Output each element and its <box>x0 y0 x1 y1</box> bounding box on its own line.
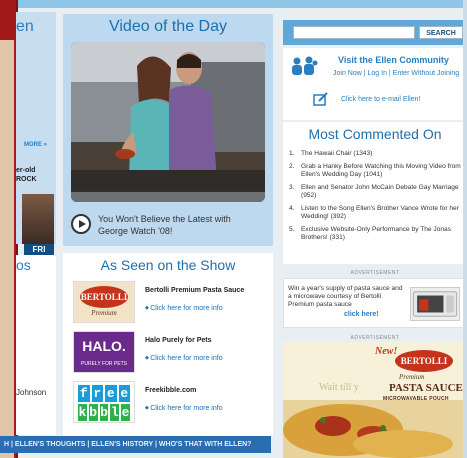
freekibble-letter: e <box>118 385 130 402</box>
ad2-premium: Premium <box>399 373 425 381</box>
as-seen-title: As Seen on the Show <box>100 257 236 273</box>
list-item-text[interactable]: Grab a Hanky Before Watching this Moving… <box>301 163 461 179</box>
freekibble-letter: f <box>78 385 90 402</box>
video-caption[interactable]: You Won't Believe the Latest with George… <box>71 210 265 240</box>
email-ellen-link[interactable]: Click here to e-mail Ellen! <box>341 96 420 103</box>
bottom-nav-bar[interactable]: H | ELLEN'S THOUGHTS | ELLEN'S HISTORY |… <box>0 436 271 453</box>
email-edit-icon[interactable] <box>313 92 329 106</box>
freekibble-letter: k <box>78 404 87 421</box>
bertolli-logo-sub: Premium <box>91 309 117 317</box>
search-button[interactable]: SEARCH <box>419 26 463 39</box>
left-column-header: en <box>16 18 34 35</box>
freekibble-logo-row2: k b b l e <box>77 404 131 421</box>
list-item[interactable]: 3. Ellen and Senator John McCain Debate G… <box>289 184 465 201</box>
freekibble-logo-row1: f r e e <box>77 385 131 402</box>
more-link[interactable]: MORE » <box>24 142 47 148</box>
freekibble-letter: b <box>99 404 109 421</box>
left-thumbnail[interactable] <box>22 194 54 244</box>
list-item-number: 5. <box>289 225 295 233</box>
bertolli-pouch-ad[interactable]: New! BERTOLLI Premium PASTA SAUCE MICROW… <box>283 342 467 458</box>
video-thumbnail[interactable] <box>71 42 265 190</box>
people-icon <box>292 56 318 75</box>
community-title[interactable]: Visit the Ellen Community <box>338 55 449 65</box>
list-item-text[interactable]: The Hawaii Chair (1343) <box>301 150 372 157</box>
list-item[interactable]: 2. Grab a Hanky Before Watching this Movi… <box>289 163 465 180</box>
video-caption-text[interactable]: You Won't Believe the Latest with George… <box>98 213 263 237</box>
more-info-link[interactable]: Click here for more info <box>145 405 222 412</box>
most-commented-list: 1. The Hawaii Chair (1343) 2. Grab a Hanky… <box>289 150 465 247</box>
video-section-title: Video of the Day <box>108 18 227 35</box>
most-commented-panel: Most Commented On 1. The Hawaii Chair (13… <box>283 122 467 264</box>
microwave-icon[interactable] <box>410 287 460 321</box>
left-column-panel-2: os Johnson <box>16 255 56 435</box>
ad1-text[interactable]: Win a year's supply of pasta sauce and a… <box>288 285 406 309</box>
freekibble-letter: l <box>110 404 120 421</box>
advertisement-label: ADVERTISEMENT <box>350 335 400 341</box>
freekibble-logo[interactable]: f r e e k b b l e <box>73 381 135 423</box>
left-johnson-text: Johnson <box>16 388 47 397</box>
list-item-number: 1. <box>289 150 295 157</box>
freekibble-letter: b <box>88 404 98 421</box>
more-info-link[interactable]: Click here for more info <box>145 355 222 362</box>
left-column-snippet: er-old ROCK <box>16 166 37 184</box>
freekibble-letter: e <box>105 385 117 402</box>
ad2-brand: BERTOLLI <box>395 350 453 372</box>
as-seen-item: BERTOLLI Premium Bertolli Premium Pasta … <box>73 281 273 323</box>
as-seen-item-name: Halo Purely for Pets <box>145 337 212 344</box>
list-item-number: 2. <box>289 162 295 170</box>
left-column-panel: en MORE » er-old ROCK FRI <box>16 12 56 256</box>
advertisement-label: ADVERTISEMENT <box>350 270 400 276</box>
as-seen-item-name: Freekibble.com <box>145 387 197 394</box>
pasta-image <box>283 400 467 458</box>
left-decor-paper <box>0 40 14 458</box>
as-seen-item: f r e e k b b l e Freekibble.com Click h… <box>73 381 273 423</box>
ad2-tagline: Wait till y <box>319 382 359 393</box>
list-item-text[interactable]: Ellen and Senator John McCain Debate Gay… <box>301 184 459 200</box>
list-item-text[interactable]: Listen to the Song Ellen's Brother Vance… <box>301 205 459 221</box>
halo-logo[interactable]: HALO. PURELY FOR PETS <box>73 331 135 373</box>
caption-line1[interactable]: You Won't Believe the Latest with <box>98 213 263 225</box>
top-bar <box>0 0 467 8</box>
right-edge <box>463 0 467 458</box>
left-snippet-line1: er-old <box>16 167 36 174</box>
list-item[interactable]: 5. Exclusive Website-Only Performance by … <box>289 226 465 243</box>
video-player[interactable] <box>71 42 265 202</box>
halo-logo-sub: PURELY FOR PETS <box>81 361 127 367</box>
list-item-number: 4. <box>289 204 295 212</box>
ad1-click-link[interactable]: click here! <box>344 311 379 318</box>
halo-logo-text: HALO. <box>82 338 126 354</box>
play-icon[interactable] <box>71 214 91 234</box>
left-column-header-2: os <box>16 257 31 273</box>
ad2-product: PASTA SAUCE <box>389 382 463 394</box>
video-of-the-day-panel: Video of the Day You Won't Believe the L… <box>63 14 273 246</box>
bertolli-logo[interactable]: BERTOLLI Premium <box>73 281 135 323</box>
list-item[interactable]: 4. Listen to the Song Ellen's Brother Van… <box>289 205 465 222</box>
list-item[interactable]: 1. The Hawaii Chair (1343) <box>289 150 465 159</box>
freekibble-letter: r <box>91 385 103 402</box>
search-bar: SEARCH <box>283 20 467 45</box>
as-seen-item: HALO. PURELY FOR PETS Halo Purely for Pe… <box>73 331 273 373</box>
search-input[interactable] <box>293 26 415 39</box>
freekibble-letter: e <box>121 404 130 421</box>
ad2-new-label: New! <box>375 346 398 357</box>
left-snippet-line2: ROCK <box>16 176 37 183</box>
list-item-text[interactable]: Exclusive Website-Only Performance by Th… <box>301 226 451 242</box>
most-commented-title: Most Commented On <box>308 126 442 142</box>
caption-line2[interactable]: George Watch '08! <box>98 225 263 237</box>
as-seen-item-name: Bertolli Premium Pasta Sauce <box>145 287 245 294</box>
more-info-link[interactable]: Click here for more info <box>145 305 222 312</box>
list-item-number: 3. <box>289 183 295 191</box>
community-links[interactable]: Join Now | Log In | Enter Without Joinin… <box>333 70 459 77</box>
as-seen-on-show-panel: As Seen on the Show BERTOLLI Premium Ber… <box>63 253 273 436</box>
video-controls-bar[interactable] <box>71 192 265 202</box>
community-panel: Visit the Ellen Community Join Now | Log… <box>283 48 467 120</box>
bertolli-logo-text: BERTOLLI <box>80 286 128 308</box>
bertolli-sweepstakes-ad[interactable]: Win a year's supply of pasta sauce and a… <box>283 278 467 328</box>
